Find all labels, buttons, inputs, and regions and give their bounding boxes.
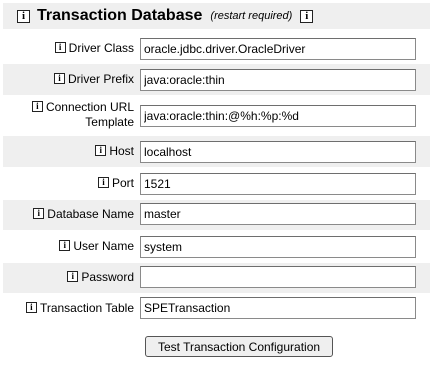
port-label: i Port [3,176,134,191]
info-icon[interactable]: i [31,101,43,113]
connection-url-template-row: i Connection URL Template [3,97,430,135]
transaction-table-label: i Transaction Table [3,301,134,316]
user-name-input[interactable] [140,236,416,258]
host-row: i Host [3,136,430,167]
test-transaction-configuration-button[interactable]: Test Transaction Configuration [145,336,333,357]
restart-note: (restart required) [210,10,293,22]
driver-prefix-input[interactable] [140,69,416,91]
driver-prefix-row: i Driver Prefix [3,64,430,95]
password-input[interactable] [140,266,416,288]
section-title: Transaction Database [37,7,203,24]
transaction-table-row: i Transaction Table [3,294,430,325]
port-row: i Port [3,168,430,199]
info-icon[interactable]: i [54,42,66,54]
info-icon[interactable]: i [53,73,65,85]
password-label: i Password [3,270,134,285]
driver-class-input[interactable] [140,38,416,60]
connection-url-template-label: i Connection URL Template [3,100,134,130]
host-input[interactable] [140,141,416,163]
driver-class-label: i Driver Class [3,41,134,56]
info-icon[interactable]: i [33,208,45,220]
host-label: i Host [3,144,134,159]
password-row: i Password [3,263,430,293]
connection-url-template-input[interactable] [140,105,416,127]
port-input[interactable] [140,173,416,195]
database-name-label: i Database Name [3,207,134,222]
user-name-row: i User Name [3,231,430,262]
info-icon[interactable]: i [95,145,107,157]
driver-prefix-label: i Driver Prefix [3,72,134,87]
driver-class-row: i Driver Class [3,36,430,62]
info-icon[interactable]: i [97,177,109,189]
transaction-table-input[interactable] [140,297,416,319]
section-header: i Transaction Database (restart required… [3,3,430,29]
info-icon[interactable]: i [17,9,30,23]
info-icon[interactable]: i [59,240,71,252]
info-icon[interactable]: i [300,9,314,23]
user-name-label: i User Name [3,239,134,254]
info-icon[interactable]: i [67,271,79,283]
info-icon[interactable]: i [25,302,37,314]
database-name-row: i Database Name [3,200,430,230]
database-name-input[interactable] [140,203,416,225]
